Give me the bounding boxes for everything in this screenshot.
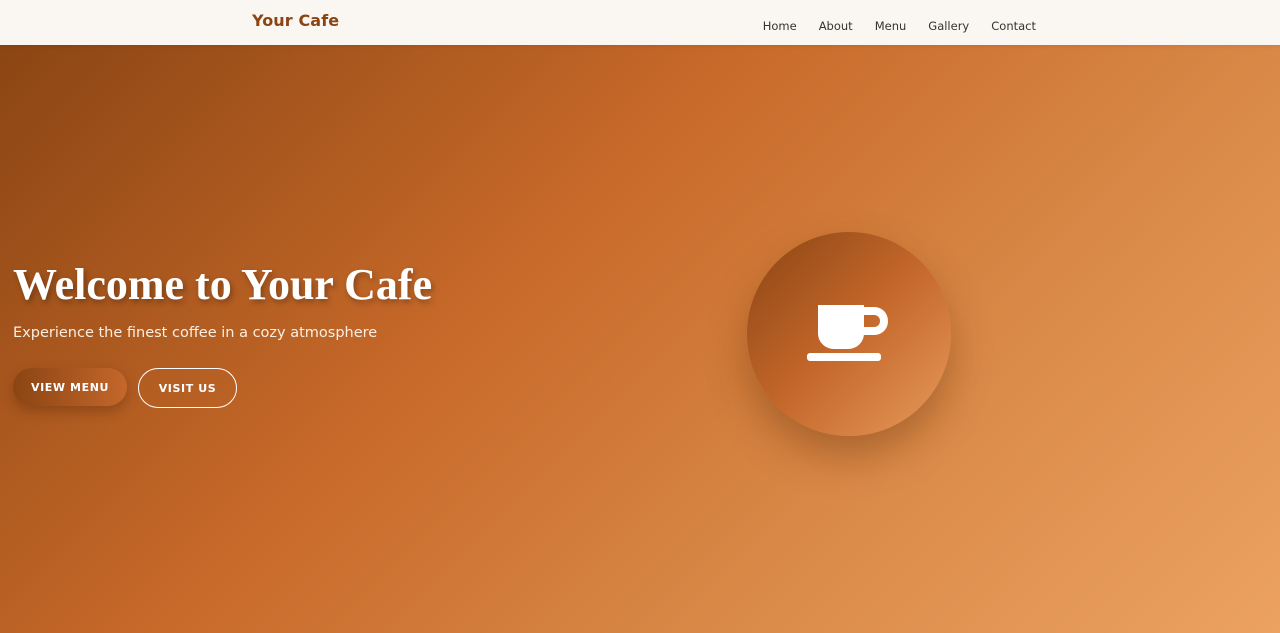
hero-section: Welcome to Your Cafe Experience the fine… bbox=[0, 45, 1280, 633]
nav-item-contact: Contact bbox=[991, 15, 1036, 34]
nav-link-menu[interactable]: Menu bbox=[875, 19, 907, 33]
nav-item-home: Home bbox=[763, 15, 797, 34]
nav-link-contact[interactable]: Contact bbox=[991, 19, 1036, 33]
nav-item-gallery: Gallery bbox=[928, 15, 969, 34]
hero-subtitle: Experience the finest coffee in a cozy a… bbox=[13, 325, 378, 341]
coffee-icon-circle bbox=[747, 232, 951, 436]
nav-link-about[interactable]: About bbox=[819, 19, 853, 33]
hero-title: Welcome to Your Cafe bbox=[13, 260, 433, 309]
nav-item-about: About bbox=[819, 15, 853, 34]
nav-link-home[interactable]: Home bbox=[763, 19, 797, 33]
brand-logo[interactable]: Your Cafe bbox=[252, 11, 339, 30]
view-menu-button[interactable]: VIEW MENU bbox=[13, 368, 127, 406]
nav-link-gallery[interactable]: Gallery bbox=[928, 19, 969, 33]
visit-us-button[interactable]: VISIT US bbox=[138, 368, 237, 408]
nav-item-menu: Menu bbox=[875, 15, 907, 34]
navbar: Your Cafe Home About Menu Gallery Contac… bbox=[0, 0, 1280, 45]
nav-links: Home About Menu Gallery Contact bbox=[763, 15, 1036, 34]
coffee-cup-icon bbox=[807, 305, 888, 361]
